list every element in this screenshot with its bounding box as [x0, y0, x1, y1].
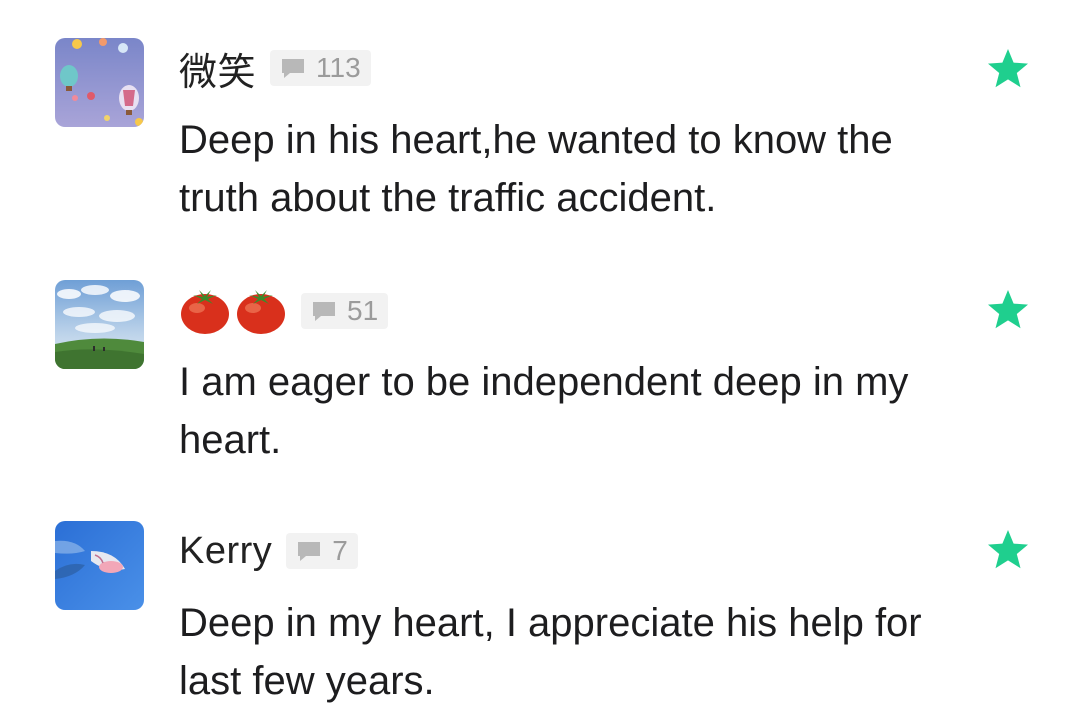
username[interactable]: 微笑	[179, 41, 256, 96]
comment-bubble-icon	[278, 53, 308, 83]
comment-header: Kerry 7	[179, 526, 358, 576]
avatar[interactable]	[55, 38, 144, 127]
tomato-emoji-icon	[235, 286, 287, 336]
comment-text: Deep in my heart, I appreciate his help …	[179, 601, 922, 703]
username[interactable]	[179, 286, 287, 336]
blue-sky-flower-image	[55, 521, 144, 610]
comment-feed: 微笑 113 Deep in his heart,he wanted to kn…	[0, 0, 1080, 719]
comment-bubble-icon	[309, 296, 339, 326]
comment-text: I am eager to be independent deep in my …	[179, 360, 909, 462]
avatar[interactable]	[55, 521, 144, 610]
hot-air-balloons-image	[55, 38, 144, 127]
star-icon[interactable]	[985, 46, 1031, 92]
comment-bubble-icon	[294, 536, 324, 566]
reply-count-badge[interactable]: 7	[286, 533, 358, 569]
tomato-emoji-icon	[179, 286, 231, 336]
reply-count: 51	[347, 295, 379, 326]
reply-count: 113	[316, 52, 361, 83]
comment-header: 微笑 113	[179, 41, 371, 96]
sky-meadow-image	[55, 280, 144, 369]
reply-count-badge[interactable]: 51	[301, 293, 389, 329]
comment-header: 51	[179, 286, 389, 336]
username[interactable]: Kerry	[179, 530, 272, 573]
avatar[interactable]	[55, 280, 144, 369]
star-icon[interactable]	[985, 287, 1031, 333]
reply-count: 7	[332, 535, 348, 566]
comment-text: Deep in his heart,he wanted to know the …	[179, 118, 893, 220]
reply-count-badge[interactable]: 113	[270, 50, 371, 86]
star-icon[interactable]	[985, 527, 1031, 573]
